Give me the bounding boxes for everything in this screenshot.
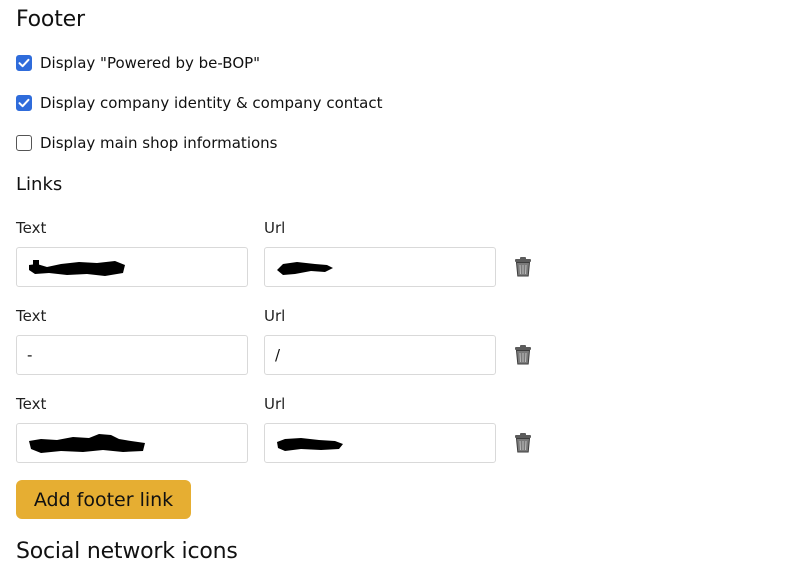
checkmark-icon [18, 58, 30, 68]
redacted-text [277, 438, 343, 451]
checkbox-powered-by-label: Display "Powered by be-BOP" [40, 54, 261, 72]
footer-heading: Footer [16, 7, 85, 32]
link-url-input[interactable] [264, 247, 496, 287]
trash-icon[interactable] [514, 345, 532, 365]
social-network-icons-heading: Social network icons [16, 539, 238, 564]
link-text-input[interactable] [16, 423, 248, 463]
checkbox-main-shop-info-box[interactable] [16, 135, 32, 151]
links-heading: Links [16, 174, 63, 195]
link-url-value: / [275, 346, 281, 364]
link-text-input[interactable]: - [16, 335, 248, 375]
checkmark-icon [18, 98, 30, 108]
checkbox-powered-by-box[interactable] [16, 55, 32, 71]
checkbox-company-identity-label: Display company identity & company conta… [40, 94, 383, 112]
trash-icon[interactable] [514, 257, 532, 277]
trash-icon[interactable] [514, 433, 532, 453]
link-url-input[interactable]: / [264, 335, 496, 375]
link-text-label: Text [16, 307, 47, 325]
redacted-text [29, 260, 125, 276]
add-footer-link-button[interactable]: Add footer link [16, 480, 191, 519]
checkbox-company-identity[interactable]: Display company identity & company conta… [16, 93, 382, 113]
link-text-label: Text [16, 395, 47, 413]
link-text-input[interactable] [16, 247, 248, 287]
link-url-label: Url [264, 219, 286, 237]
checkbox-main-shop-info-label: Display main shop informations [40, 134, 278, 152]
checkbox-company-identity-box[interactable] [16, 95, 32, 111]
checkbox-powered-by[interactable]: Display "Powered by be-BOP" [16, 53, 260, 73]
link-url-label: Url [264, 307, 286, 325]
link-url-input[interactable] [264, 423, 496, 463]
checkbox-main-shop-info[interactable]: Display main shop informations [16, 133, 277, 153]
redacted-text [277, 262, 333, 275]
link-text-label: Text [16, 219, 47, 237]
link-text-value: - [27, 346, 33, 364]
redacted-text [29, 434, 145, 453]
link-url-label: Url [264, 395, 286, 413]
